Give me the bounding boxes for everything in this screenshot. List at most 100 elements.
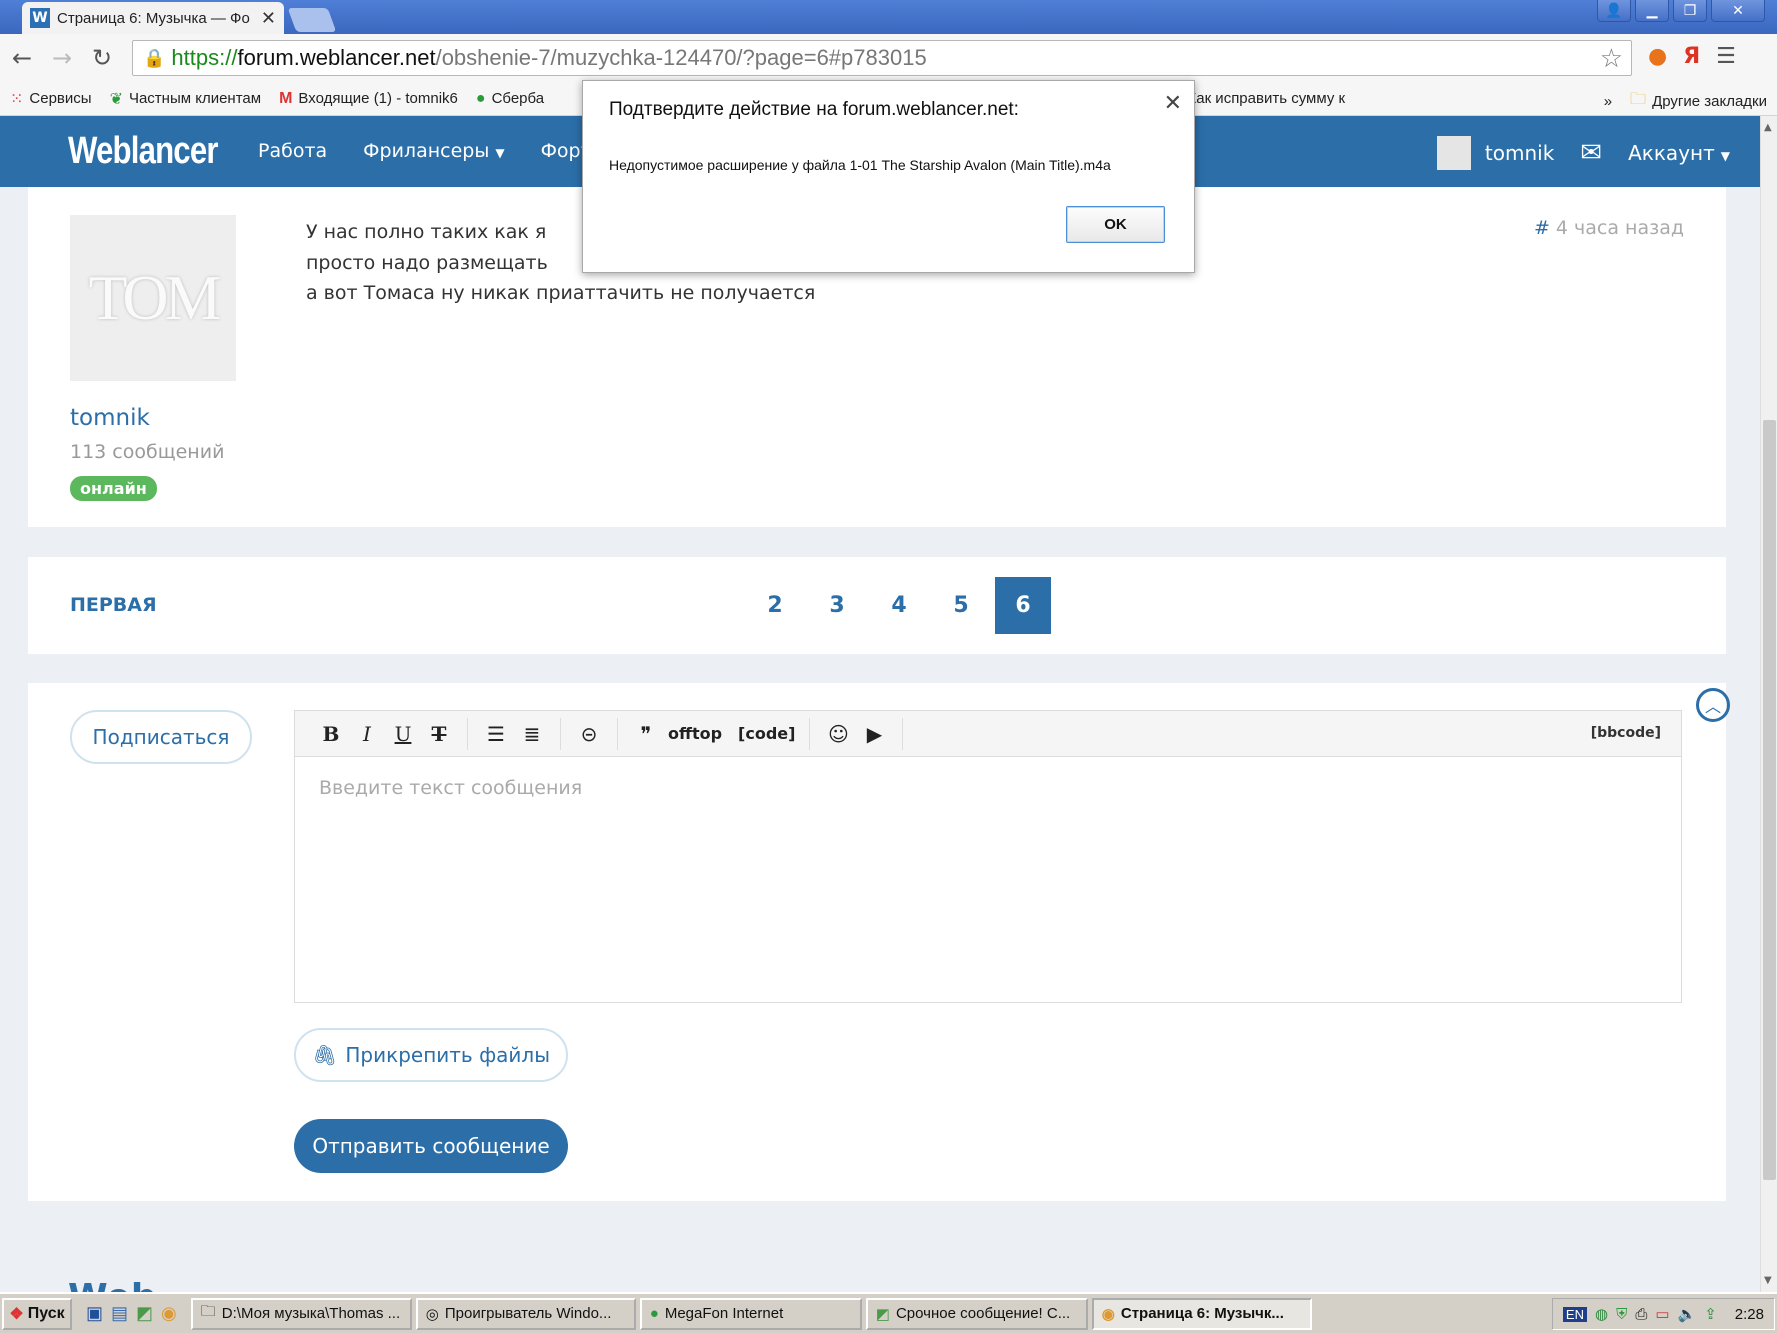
post-avatar[interactable]: TOM [70, 215, 236, 381]
dialog-close-icon[interactable]: ✕ [1164, 90, 1182, 116]
address-bar[interactable]: 🔒 https:// forum.weblancer.net /obshenie… [132, 40, 1632, 76]
post-permalink[interactable]: # 4 часа назад [1534, 217, 1684, 239]
subscribe-button[interactable]: Подписаться [70, 710, 252, 764]
back-button[interactable]: ← [4, 40, 40, 76]
restore-button[interactable]: ❐ [1673, 0, 1707, 22]
paperclip-icon: 🖇 [312, 1043, 338, 1067]
reload-button[interactable]: ↻ [84, 40, 120, 76]
site-logo[interactable]: Weblancer [68, 130, 218, 173]
pagination: ПЕРВАЯ 2 3 4 5 6 [28, 557, 1726, 654]
extension-icons: ● Я ☰ [1648, 44, 1736, 69]
nav-username[interactable]: tomnik [1485, 141, 1554, 165]
task-label: D:\Моя музыка\Thomas ... [221, 1305, 401, 1322]
user-avatar[interactable] [1436, 136, 1471, 170]
site-nav-links: Работа Фрилансеры ▼ Фору [258, 140, 592, 162]
bold-button[interactable]: B [313, 719, 349, 749]
start-button[interactable]: ❖ Пуск [2, 1297, 72, 1330]
page-link-4[interactable]: 4 [871, 577, 927, 634]
nav-account[interactable]: Аккаунт ▼ [1628, 141, 1730, 165]
new-tab-button[interactable] [287, 8, 337, 32]
forward-button[interactable]: → [44, 40, 80, 76]
offtop-button[interactable]: offtop [664, 719, 726, 749]
youtube-icon[interactable]: ▶ [856, 719, 892, 749]
minimize-button[interactable]: ▁ [1635, 0, 1669, 22]
yandex-icon[interactable]: Я [1683, 44, 1700, 69]
leaf-icon: ❦ [109, 90, 123, 108]
alert-extension-icon[interactable]: ● [1648, 44, 1667, 69]
task-label: Срочное сообщение! С... [895, 1305, 1071, 1322]
nav-account-label: Аккаунт [1628, 141, 1715, 165]
smiley-icon[interactable]: ☺ [820, 719, 856, 749]
clock: 2:28 [1734, 1305, 1764, 1323]
page-link-2[interactable]: 2 [747, 577, 803, 634]
footer-logo-peek: Web [68, 1280, 158, 1292]
window-close-button[interactable]: ✕ [1711, 0, 1765, 22]
menu-icon[interactable]: ☰ [1716, 44, 1736, 69]
page-link-5[interactable]: 5 [933, 577, 989, 634]
toolbar-divider [902, 717, 904, 750]
bookmark-services[interactable]: ⁙ Сервисы [10, 89, 92, 109]
bbcode-toggle[interactable]: [bbcode] [1591, 725, 1661, 741]
nav-freelancers[interactable]: Фрилансеры ▼ [363, 140, 504, 162]
post-message-count: 113 сообщений [70, 441, 225, 463]
link-icon[interactable]: ⊝ [571, 719, 607, 749]
shield-icon[interactable]: ⛨ [1616, 1306, 1627, 1323]
code-button[interactable]: [code] [734, 719, 799, 749]
bookmark-label: Входящие (1) - tomnik6 [298, 90, 458, 107]
task-chrome[interactable]: ◉ Страница 6: Музычк... [1091, 1297, 1312, 1330]
italic-button[interactable]: I [349, 719, 385, 749]
toolbar-divider [560, 717, 561, 750]
task-explorer[interactable]: 🗀 D:\Моя музыка\Thomas ... [190, 1297, 412, 1330]
photoshop-icon[interactable]: ▣ [86, 1303, 103, 1324]
quote-icon[interactable]: ❞ [628, 719, 664, 749]
page-scrollbar[interactable]: ▲ ▼ [1760, 116, 1777, 1292]
pager-first-link[interactable]: ПЕРВАЯ [70, 594, 157, 616]
profile-icon[interactable]: 👤 [1597, 0, 1631, 22]
browser-tab-active[interactable]: W Страница 6: Музычка — Фо ✕ [22, 2, 284, 34]
nav-work[interactable]: Работа [258, 140, 327, 162]
nav-label: Фрилансеры [363, 140, 490, 162]
scrollbar-thumb[interactable] [1763, 420, 1776, 1180]
dialog-ok-button[interactable]: OK [1066, 206, 1165, 243]
numbered-list-icon[interactable]: ≣ [514, 719, 550, 749]
chrome-icon[interactable]: ◉ [161, 1303, 177, 1324]
strikethrough-button[interactable]: T [421, 719, 457, 749]
other-bookmarks[interactable]: 🗀 Другие закладки [1630, 88, 1767, 115]
underline-button[interactable]: U [385, 719, 421, 749]
page-link-3[interactable]: 3 [809, 577, 865, 634]
dialog-title: Подтвердите действие на forum.weblancer.… [609, 99, 1019, 120]
task-urgent-message[interactable]: ◩ Срочное сообщение! С... [865, 1297, 1088, 1330]
send-message-button[interactable]: Отправить сообщение [294, 1119, 568, 1173]
site-nav-right: tomnik ✉ Аккаунт ▼ [1436, 136, 1760, 170]
post-author-link[interactable]: tomnik [70, 405, 150, 431]
document-icon[interactable]: ▤ [111, 1303, 128, 1324]
volume-icon[interactable]: 🔈 [1678, 1305, 1697, 1323]
bookmarks-overflow-button[interactable]: » [1604, 93, 1612, 110]
network-icon[interactable]: ◍ [1595, 1305, 1608, 1323]
mail-icon[interactable]: ✉ [1580, 138, 1602, 168]
task-megafon[interactable]: ● MegaFon Internet [639, 1297, 862, 1330]
printer-icon[interactable]: ⎙ [1635, 1306, 1647, 1323]
scroll-to-top-icon[interactable]: ︿ [1696, 688, 1730, 722]
display-icon[interactable]: ▭ [1655, 1305, 1669, 1323]
update-icon[interactable]: ⇪ [1704, 1305, 1717, 1323]
page-link-current[interactable]: 6 [995, 577, 1051, 634]
scroll-up-icon[interactable]: ▲ [1764, 122, 1772, 133]
bookmark-sber[interactable]: ● Сберба [476, 90, 544, 108]
language-indicator[interactable]: EN [1562, 1306, 1587, 1322]
scroll-down-icon[interactable]: ▼ [1764, 1275, 1772, 1286]
task-media-player[interactable]: ◎ Проигрыватель Windo... [415, 1297, 636, 1330]
bookmark-star-icon[interactable]: ☆ [1600, 43, 1623, 74]
reply-form: Подписаться ︿ B I U T ☰ ≣ ⊝ ❞ offtop [co… [28, 683, 1730, 1201]
quick-launch: ▣ ▤ ◩ ◉ [86, 1303, 177, 1324]
winamp-icon[interactable]: ◩ [136, 1303, 153, 1324]
toolbar-divider [809, 717, 811, 750]
message-input[interactable] [295, 757, 1681, 1002]
bullet-list-icon[interactable]: ☰ [478, 719, 514, 749]
attach-files-button[interactable]: 🖇 Прикрепить файлы [294, 1028, 568, 1082]
bookmark-private-clients[interactable]: ❦ Частным клиентам [110, 89, 262, 109]
tab-close-icon[interactable]: ✕ [261, 8, 276, 29]
editor-toolbar: B I U T ☰ ≣ ⊝ ❞ offtop [code] ☺ ▶ [bbcod… [295, 711, 1681, 757]
bookmark-gmail[interactable]: M Входящие (1) - tomnik6 [279, 90, 458, 108]
system-tray: EN ◍ ⛨ ⎙ ▭ 🔈 ⇪ 2:28 [1551, 1298, 1775, 1330]
